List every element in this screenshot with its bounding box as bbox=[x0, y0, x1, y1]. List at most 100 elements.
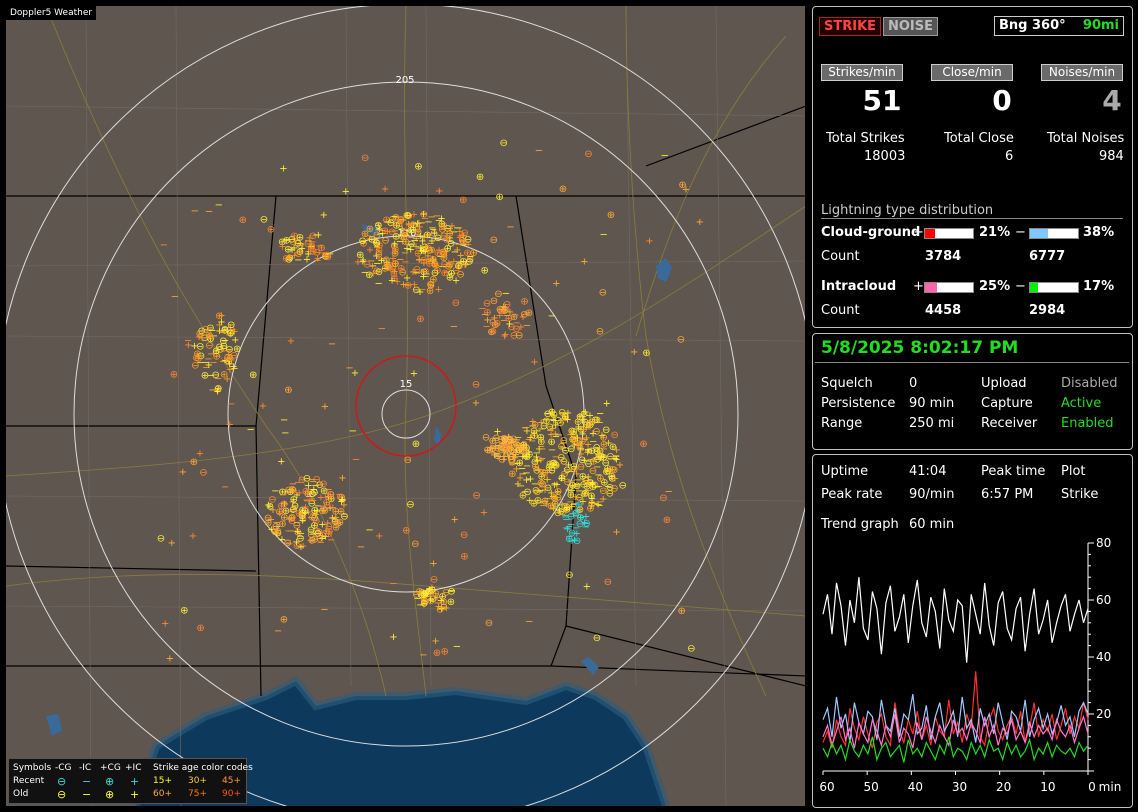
strike-marker: + bbox=[389, 632, 397, 643]
noises-per-min-value: 4 bbox=[1102, 84, 1122, 117]
strike-marker: + bbox=[320, 210, 328, 221]
cg-positive-pct: 21% bbox=[979, 225, 1011, 240]
squelch-label: Squelch bbox=[821, 376, 873, 391]
strike-marker: − bbox=[283, 235, 291, 246]
strike-marker: ⊕ bbox=[170, 369, 178, 380]
trend-graph-value[interactable]: 60 min bbox=[909, 517, 954, 532]
strike-marker: − bbox=[320, 605, 328, 616]
strike-marker: + bbox=[184, 340, 192, 351]
lightning-map[interactable]: 205 110 15 ⊕ − + + ⊖ + + ⊖ ⊖ + ⊖ ⊕ ⊖ ⊕ ⊖ ⊕ + + ⊖ ⊖ − ⊕ ⊕ − − ⊕ ⊕ ⊕ −… bbox=[6, 6, 805, 806]
strike-marker: − bbox=[582, 522, 590, 533]
plot-value[interactable]: Strike bbox=[1061, 487, 1098, 502]
strike-marker: − bbox=[375, 279, 383, 290]
strike-marker: + bbox=[530, 357, 538, 368]
strike-marker: − bbox=[383, 217, 391, 228]
bearing-display[interactable]: Bng 360° 90mi bbox=[994, 16, 1124, 36]
y-tick-label: 20 bbox=[1096, 707, 1111, 721]
strike-marker: ⊖ bbox=[593, 633, 601, 644]
ic-minus-sign: − bbox=[1015, 279, 1026, 294]
strike-marker: − bbox=[411, 235, 419, 246]
bearing-range: 90mi bbox=[1082, 18, 1119, 33]
strike-marker: − bbox=[419, 650, 427, 661]
county-lines bbox=[6, 6, 805, 806]
strike-marker: + bbox=[179, 467, 187, 478]
close-per-min-header: Close/min bbox=[931, 64, 1013, 81]
strike-marker: − bbox=[596, 408, 604, 419]
strike-marker: − bbox=[520, 448, 528, 459]
strike-marker: ⊕ bbox=[463, 248, 471, 259]
strike-marker: − bbox=[478, 304, 486, 315]
upload-value[interactable]: Disabled bbox=[1061, 376, 1117, 391]
strike-marker: + bbox=[293, 527, 301, 538]
capture-value[interactable]: Active bbox=[1061, 396, 1101, 411]
strike-marker: + bbox=[603, 398, 611, 409]
strike-marker: + bbox=[580, 257, 588, 268]
strike-marker: + bbox=[552, 278, 560, 289]
legend-age-label: Strike age color codes bbox=[153, 763, 253, 773]
strike-marker: + bbox=[537, 418, 545, 429]
cg-negative-pct: 38% bbox=[1083, 225, 1115, 240]
strikes-per-min-value: 51 bbox=[862, 84, 902, 117]
cg-plus-sign: + bbox=[913, 225, 924, 240]
strike-marker: ⊖ bbox=[592, 426, 600, 437]
strike-marker: + bbox=[223, 374, 231, 385]
x-tick-label: 20 bbox=[996, 780, 1011, 794]
y-tick-label: 60 bbox=[1096, 593, 1111, 607]
strike-marker: ⊖ bbox=[302, 487, 310, 498]
strike-marker: ⊕ bbox=[416, 314, 424, 325]
strike-marker: − bbox=[563, 502, 571, 513]
range-value: 250 mi bbox=[909, 416, 955, 431]
strike-button[interactable]: STRIKE bbox=[819, 17, 882, 36]
strike-marker: + bbox=[438, 222, 446, 233]
strike-marker: ⊖ bbox=[619, 481, 627, 492]
strike-marker: − bbox=[453, 642, 461, 653]
recent-minus-ic-symbol: − bbox=[82, 775, 92, 788]
strike-marker: − bbox=[279, 490, 287, 501]
strike-marker: − bbox=[215, 200, 223, 211]
old-minus-ic-symbol: − bbox=[82, 788, 92, 801]
strike-marker: ⊕ bbox=[392, 232, 400, 243]
peak-rate-label: Peak rate bbox=[821, 487, 883, 502]
strike-marker: ⊖ bbox=[551, 493, 559, 504]
range-label-15: 15 bbox=[400, 379, 413, 390]
strike-marker: + bbox=[501, 329, 509, 340]
range-label: Range bbox=[821, 416, 863, 431]
strike-counter-panel: STRIKE NOISE Bng 360° 90mi Strikes/min C… bbox=[812, 6, 1133, 328]
strike-marker: ⊕ bbox=[433, 648, 441, 659]
receiver-value[interactable]: Enabled bbox=[1061, 416, 1114, 431]
strike-marker: − bbox=[205, 207, 213, 218]
strike-marker: − bbox=[357, 542, 365, 553]
noise-button[interactable]: NOISE bbox=[883, 17, 939, 36]
strike-marker: ⊖ bbox=[523, 487, 531, 498]
strike-marker: − bbox=[378, 324, 386, 335]
cg-count-label: Count bbox=[821, 249, 860, 264]
strike-marker: ⊕ bbox=[459, 195, 467, 206]
strike-marker: ⊕ bbox=[322, 498, 330, 509]
distribution-divider bbox=[821, 218, 1123, 219]
strike-marker: + bbox=[287, 336, 295, 347]
strike-marker: − bbox=[599, 452, 607, 463]
strike-marker: − bbox=[227, 399, 235, 410]
strike-marker: + bbox=[168, 538, 176, 549]
strike-marker: + bbox=[217, 317, 225, 328]
cg-negative-bar bbox=[1029, 228, 1079, 239]
ic-positive-pct: 25% bbox=[979, 279, 1011, 294]
strike-marker: ⊖ bbox=[584, 149, 592, 160]
strike-marker: − bbox=[502, 289, 510, 300]
strike-marker: ⊖ bbox=[404, 455, 412, 466]
recent-minus-cg-symbol: ⊖ bbox=[57, 775, 67, 788]
strike-marker: ⊖ bbox=[452, 298, 460, 309]
strike-marker: − bbox=[534, 456, 542, 467]
strike-marker: ⊖ bbox=[212, 370, 220, 381]
intracloud-label: Intracloud bbox=[821, 279, 897, 294]
strike-marker: + bbox=[279, 164, 287, 175]
ic-count-label: Count bbox=[821, 303, 860, 318]
map-canvas[interactable]: 205 110 15 ⊕−++⊖++⊖⊖+⊖⊕ ⊖⊕⊖⊕++⊖⊖−⊕⊕−−⊕⊕⊕−… bbox=[6, 6, 805, 806]
strike-marker: + bbox=[267, 514, 275, 525]
legend-symbols-label: Symbols bbox=[13, 763, 52, 773]
strike-marker: ⊕ bbox=[239, 215, 247, 226]
strike-marker: ⊖ bbox=[604, 577, 612, 588]
strike-marker: ⊕ bbox=[441, 647, 449, 658]
strike-marker: ⊖ bbox=[363, 259, 371, 270]
strike-marker: ⊖ bbox=[565, 570, 573, 581]
